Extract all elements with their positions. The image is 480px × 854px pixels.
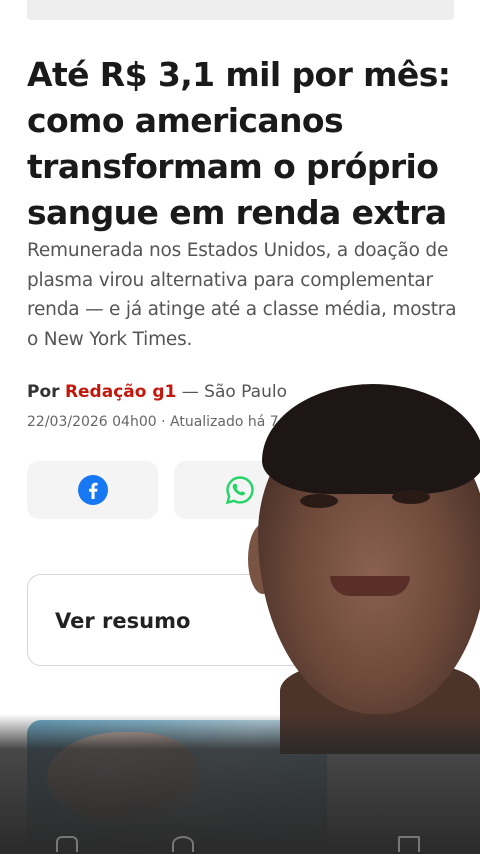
share-facebook-button[interactable] xyxy=(27,461,158,519)
article-headline: Até R$ 3,1 mil por mês: como americanos … xyxy=(27,55,451,232)
bottom-nav xyxy=(0,830,480,854)
whatsapp-icon xyxy=(225,476,254,505)
top-bar xyxy=(27,0,454,20)
share-whatsapp-button[interactable] xyxy=(174,461,305,519)
byline: Por Redação g1 — São Paulo xyxy=(27,382,287,402)
facebook-icon xyxy=(77,475,108,505)
person-head xyxy=(258,404,480,714)
menu-icon[interactable] xyxy=(398,836,420,852)
article-dateline: 22/03/2026 04h00 · Atualizado há 7 h xyxy=(27,414,293,430)
home-icon[interactable] xyxy=(56,836,78,852)
person-left-eye xyxy=(300,494,338,508)
search-icon[interactable] xyxy=(172,836,194,852)
summary-toggle-button[interactable]: Ver resumo xyxy=(27,574,447,666)
summary-label: Ver resumo xyxy=(55,609,191,633)
person-right-eye xyxy=(392,490,430,504)
image-hand-shape xyxy=(47,732,197,822)
article-subtitle: Remunerada nos Estados Unidos, a doação … xyxy=(27,240,457,350)
author-link[interactable]: Redação g1 xyxy=(65,382,176,402)
byline-prefix: Por xyxy=(27,382,60,402)
byline-location: — São Paulo xyxy=(181,382,287,402)
